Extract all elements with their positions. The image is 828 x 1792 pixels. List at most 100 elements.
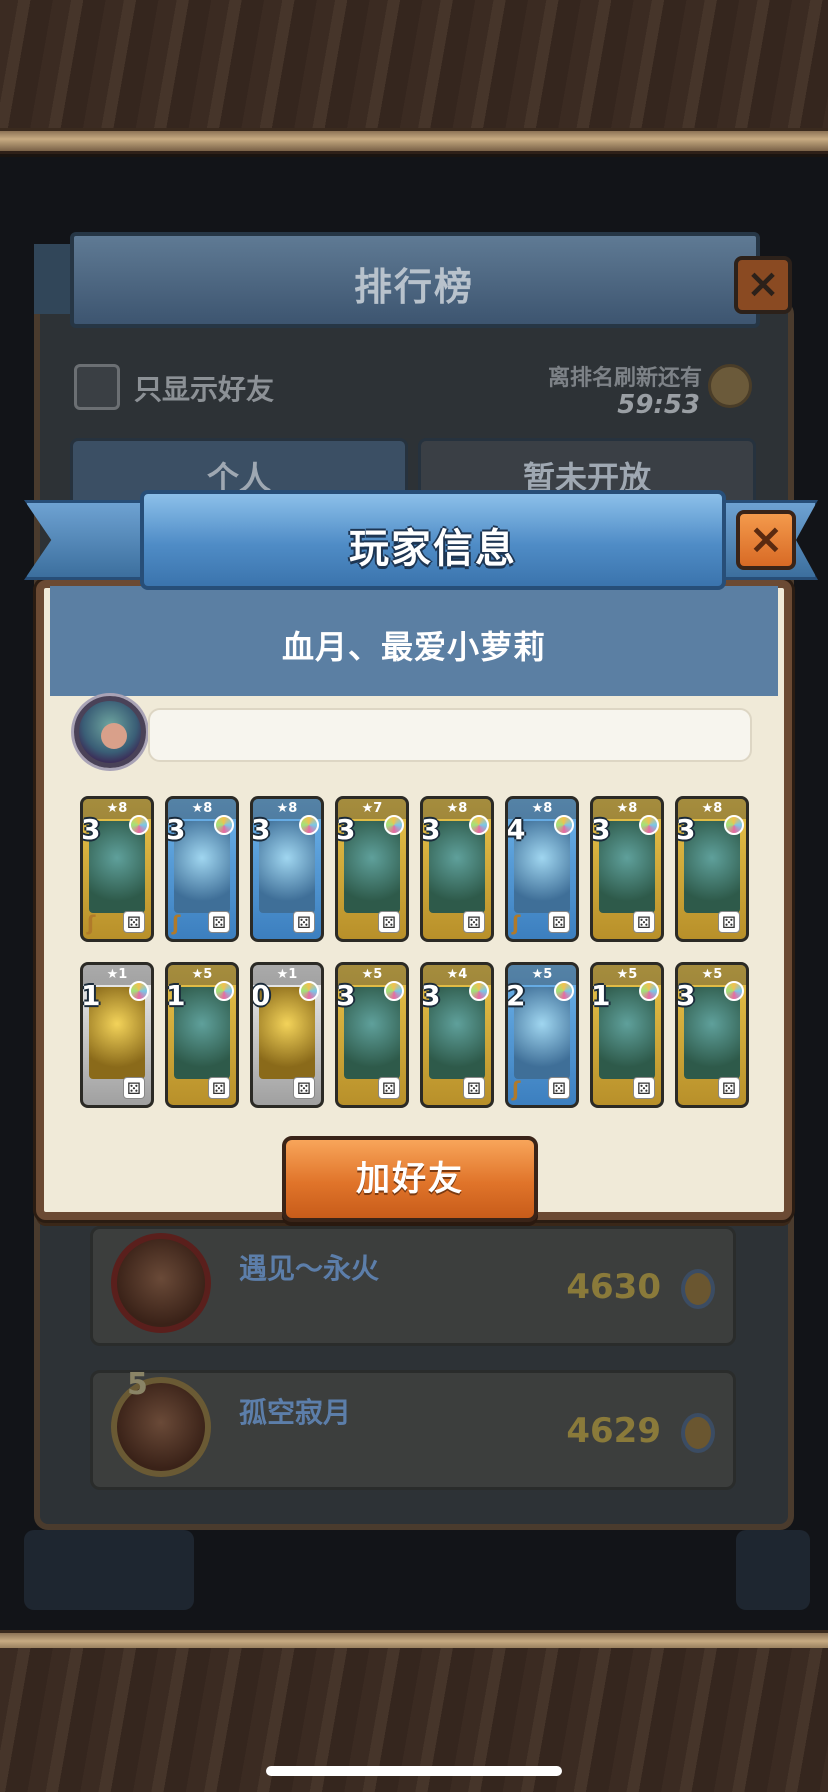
rarity-gem-icon — [554, 815, 574, 835]
card-cost: 1 — [166, 979, 186, 1012]
card-cost: 3 — [336, 979, 356, 1012]
trophy-score: 4630 — [566, 1267, 661, 1307]
player-message-bar — [148, 708, 752, 762]
card-cost: 2 — [506, 979, 526, 1012]
deck-card[interactable]: ★1 0 ⚄ — [250, 962, 324, 1108]
rarity-gem-icon — [639, 981, 659, 1001]
home-indicator — [266, 1766, 562, 1776]
deck-card[interactable]: ★5 1 ⚄ — [590, 962, 664, 1108]
ribbon-tail-left — [24, 500, 148, 580]
dice-icon: ⚄ — [123, 1077, 145, 1099]
ranking-close-button[interactable]: × — [734, 256, 792, 314]
close-button[interactable]: × — [736, 510, 796, 570]
dice-icon: ⚄ — [208, 1077, 230, 1099]
avatar-face-icon — [101, 723, 127, 749]
ranking-row[interactable]: 5 孤空寂月 4629 — [90, 1367, 736, 1490]
refresh-timer: 59:53 — [617, 390, 700, 420]
rarity-gem-icon — [469, 815, 489, 835]
refresh-label: 离排名刷新还有 — [547, 366, 702, 391]
rarity-gem-icon — [469, 981, 489, 1001]
medal-icon — [681, 1413, 715, 1453]
footer-button-right[interactable] — [736, 1530, 810, 1610]
friends-only-checkbox[interactable] — [74, 364, 120, 410]
rank-number: 5 — [127, 1367, 148, 1402]
card-cost: 3 — [676, 979, 696, 1012]
gold-rail-top — [0, 128, 828, 154]
avatar — [111, 1377, 211, 1477]
dice-icon: ⚄ — [378, 1077, 400, 1099]
rarity-gem-icon — [214, 981, 234, 1001]
dice-icon: ⚄ — [463, 911, 485, 933]
rarity-gem-icon — [384, 815, 404, 835]
deck-card[interactable]: ★8 3 ⚄ — [250, 796, 324, 942]
deck-card[interactable]: ★5 2 ⚄ ʃ — [505, 962, 579, 1108]
ranking-title: 排行榜 — [353, 265, 474, 309]
deck-card[interactable]: ★8 3 ⚄ ʃ — [165, 796, 239, 942]
wood-frame-top — [0, 0, 828, 130]
deck-card[interactable]: ★4 3 ⚄ — [420, 962, 494, 1108]
add-friend-button[interactable]: 加好友 — [282, 1136, 538, 1222]
ranking-row[interactable]: 遇见～永火 4630 — [90, 1226, 736, 1346]
modal-title: 玩家信息 — [349, 526, 517, 572]
card-cost: 3 — [591, 813, 611, 846]
deck-card[interactable]: ★5 1 ⚄ — [165, 962, 239, 1108]
medal-icon — [681, 1269, 715, 1309]
rarity-gem-icon — [129, 815, 149, 835]
trophy-score: 4629 — [566, 1411, 661, 1451]
deck-card[interactable]: ★8 3 ⚄ ʃ — [80, 796, 154, 942]
rarity-gem-icon — [299, 981, 319, 1001]
card-row: ★8 3 ⚄ ʃ ★8 3 ⚄ ʃ ★8 3 ⚄ ★7 3 ⚄ ★8 3 ⚄ ★8 4 ⚄ ʃ ★8 3 ⚄ ★8 3 ⚄ — [80, 796, 750, 942]
dice-icon: ⚄ — [123, 911, 145, 933]
player-avatar[interactable] — [74, 696, 146, 768]
deck-cards-grid: ★8 3 ⚄ ʃ ★8 3 ⚄ ʃ ★8 3 ⚄ ★7 3 ⚄ ★8 3 ⚄ ★8 4 ⚄ ʃ ★8 3 ⚄ ★8 3 ⚄ ★1 1 ⚄ ★… — [80, 796, 750, 1128]
deck-card[interactable]: ★5 3 ⚄ — [675, 962, 749, 1108]
staff-icon: ʃ — [87, 911, 96, 935]
card-cost: 3 — [336, 813, 356, 846]
rarity-gem-icon — [724, 981, 744, 1001]
dice-icon: ⚄ — [293, 1077, 315, 1099]
rarity-gem-icon — [639, 815, 659, 835]
card-cost: 0 — [251, 979, 271, 1012]
card-cost: 1 — [81, 979, 101, 1012]
dice-icon: ⚄ — [548, 1077, 570, 1099]
clock-icon — [708, 364, 752, 408]
card-cost: 3 — [421, 979, 441, 1012]
dice-icon: ⚄ — [633, 1077, 655, 1099]
dice-icon: ⚄ — [208, 911, 230, 933]
card-cost: 3 — [166, 813, 186, 846]
card-cost: 3 — [81, 813, 101, 846]
deck-card[interactable]: ★1 1 ⚄ — [80, 962, 154, 1108]
card-cost: 4 — [506, 813, 526, 846]
staff-icon: ʃ — [172, 911, 181, 935]
card-cost: 3 — [676, 813, 696, 846]
dice-icon: ⚄ — [293, 911, 315, 933]
rarity-gem-icon — [724, 815, 744, 835]
dice-icon: ⚄ — [378, 911, 400, 933]
dice-icon: ⚄ — [718, 1077, 740, 1099]
deck-card[interactable]: ★8 3 ⚄ — [590, 796, 664, 942]
staff-icon: ʃ — [512, 1077, 521, 1101]
dice-icon: ⚄ — [718, 911, 740, 933]
player-name: 孤空寂月 — [239, 1396, 352, 1429]
dice-icon: ⚄ — [548, 911, 570, 933]
deck-card[interactable]: ★8 4 ⚄ ʃ — [505, 796, 579, 942]
card-cost: 1 — [591, 979, 611, 1012]
footer-button-left[interactable] — [24, 1530, 194, 1610]
friends-only-label: 只显示好友 — [134, 373, 275, 406]
dice-icon: ⚄ — [463, 1077, 485, 1099]
card-row: ★1 1 ⚄ ★5 1 ⚄ ★1 0 ⚄ ★5 3 ⚄ ★4 3 ⚄ ★5 2 ⚄ ʃ ★5 1 ⚄ ★5 3 ⚄ — [80, 962, 750, 1108]
deck-card[interactable]: ★5 3 ⚄ — [335, 962, 409, 1108]
player-info-modal: 血月、最爱小萝莉 玩家信息 × ★8 3 ⚄ ʃ ★8 3 ⚄ ʃ ★8 3 ⚄ ★7 3 ⚄ ★8 3 ⚄ ★8… — [24, 490, 818, 1222]
rarity-gem-icon — [129, 981, 149, 1001]
card-cost: 3 — [251, 813, 271, 846]
rarity-gem-icon — [214, 815, 234, 835]
deck-card[interactable]: ★8 3 ⚄ — [675, 796, 749, 942]
dice-icon: ⚄ — [633, 911, 655, 933]
avatar — [111, 1233, 211, 1333]
deck-card[interactable]: ★8 3 ⚄ — [420, 796, 494, 942]
rarity-gem-icon — [299, 815, 319, 835]
player-name-title: 血月、最爱小萝莉 — [281, 628, 546, 666]
player-name: 遇见～永火 — [239, 1252, 380, 1285]
rarity-gem-icon — [384, 981, 404, 1001]
deck-card[interactable]: ★7 3 ⚄ — [335, 796, 409, 942]
